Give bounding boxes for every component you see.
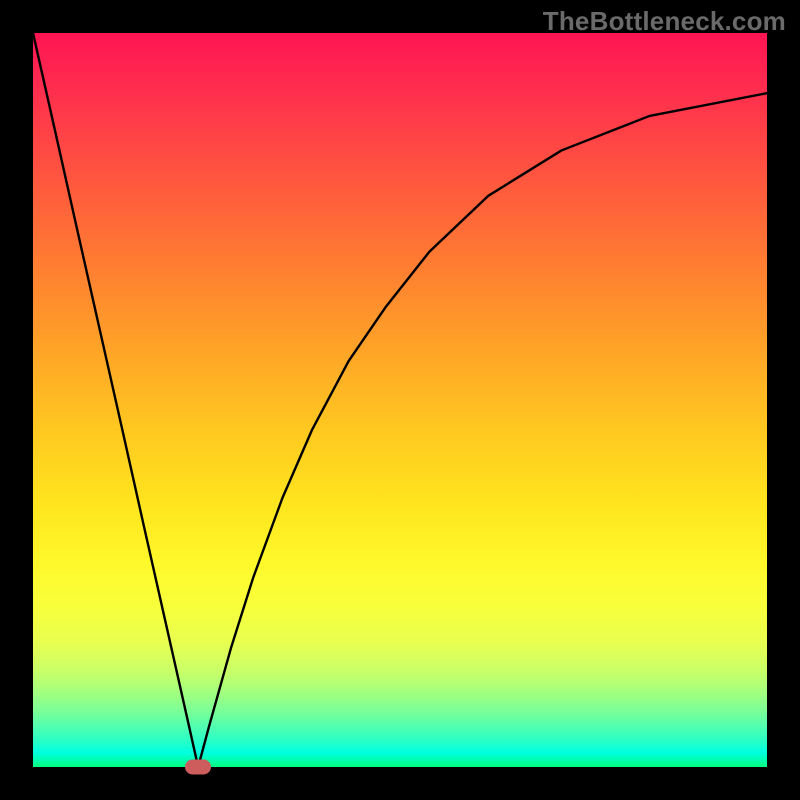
chart-plot-area — [33, 33, 767, 767]
bottleneck-curve — [33, 33, 767, 767]
watermark-text: TheBottleneck.com — [543, 6, 786, 37]
optimal-point-marker — [185, 760, 211, 775]
chart-canvas: TheBottleneck.com — [0, 0, 800, 800]
